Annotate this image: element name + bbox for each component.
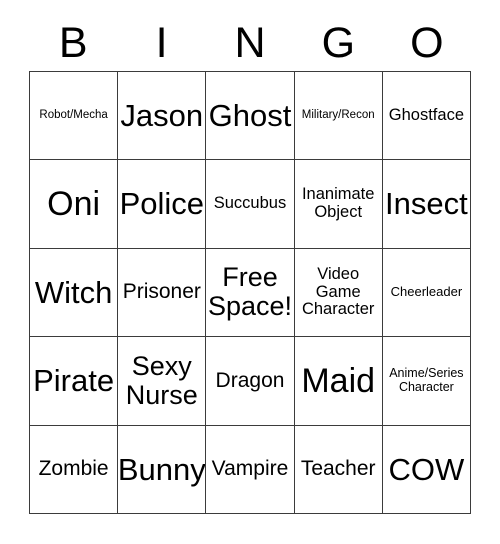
bingo-cell-label: Military/Recon — [301, 109, 375, 122]
bingo-cell-free-space[interactable]: Free Space! — [206, 248, 295, 338]
bingo-cell-label: Insect — [385, 186, 468, 222]
bingo-cell[interactable]: Witch — [30, 248, 119, 338]
bingo-cell-label: Ghostface — [388, 105, 464, 124]
header-letter-g: G — [321, 19, 356, 67]
bingo-cell-label: Maid — [301, 361, 376, 400]
bingo-cell[interactable]: Teacher — [294, 425, 383, 514]
bingo-header: B I N G O — [29, 0, 471, 71]
bingo-cell[interactable]: Bunny — [118, 425, 207, 514]
bingo-cell[interactable]: Zombie — [30, 425, 119, 514]
bingo-cell-label: Sexy Nurse — [125, 350, 198, 410]
bingo-card: B I N G O Robot/Mecha Jason Ghost Military/… — [29, 0, 471, 514]
bingo-cell[interactable]: Dragon — [206, 337, 295, 426]
bingo-cell[interactable]: Inanimate Object — [294, 160, 383, 249]
bingo-cell-label: Free Space! — [207, 262, 293, 322]
bingo-cell-label: Zombie — [38, 456, 109, 480]
bingo-cell-label: Anime/Series Character — [389, 366, 464, 394]
bingo-cell-label: Jason — [120, 97, 204, 133]
bingo-cell[interactable]: Jason — [118, 72, 207, 161]
bingo-cell[interactable]: Anime/Series Character — [382, 337, 471, 426]
bingo-grid: Robot/Mecha Jason Ghost Military/Recon Ghost… — [29, 71, 471, 514]
bingo-cell-label: Ghost — [208, 97, 292, 133]
bingo-cell-label: Oni — [47, 184, 101, 223]
bingo-cell[interactable]: Vampire — [206, 425, 295, 514]
bingo-cell-label: Bunny — [118, 451, 206, 487]
bingo-cell[interactable]: COW — [382, 425, 471, 514]
bingo-cell-label: Video Game Character — [301, 264, 375, 319]
bingo-cell-label: Police — [119, 186, 205, 222]
header-letter-b: B — [58, 19, 88, 67]
bingo-cell[interactable]: Pirate — [30, 337, 119, 426]
bingo-cell[interactable]: Police — [118, 160, 207, 249]
bingo-cell-label: Succubus — [213, 194, 287, 213]
bingo-cell-label: Inanimate Object — [301, 185, 375, 222]
bingo-cell-label: Cheerleader — [390, 284, 463, 300]
bingo-cell-label: Prisoner — [122, 280, 201, 304]
header-letter-i: I — [155, 19, 168, 67]
bingo-cell[interactable]: Ghostface — [382, 72, 471, 161]
bingo-cell-label: Vampire — [211, 456, 289, 480]
bingo-cell-label: Witch — [34, 274, 113, 310]
bingo-cell[interactable]: Robot/Mecha — [30, 72, 119, 161]
header-letter-n: N — [234, 19, 266, 67]
bingo-cell[interactable]: Maid — [294, 337, 383, 426]
bingo-cell[interactable]: Cheerleader — [382, 248, 471, 338]
bingo-cell[interactable]: Military/Recon — [294, 72, 383, 161]
bingo-cell[interactable]: Video Game Character — [294, 248, 383, 338]
bingo-cell[interactable]: Prisoner — [118, 248, 207, 338]
bingo-cell[interactable]: Ghost — [206, 72, 295, 161]
bingo-cell-label: Teacher — [300, 456, 376, 480]
bingo-cell[interactable]: Succubus — [206, 160, 295, 249]
bingo-cell-label: COW — [388, 451, 465, 487]
bingo-cell[interactable]: Sexy Nurse — [118, 337, 207, 426]
bingo-cell-label: Pirate — [33, 363, 115, 399]
header-letter-o: O — [410, 19, 444, 67]
bingo-cell-label: Dragon — [215, 368, 285, 392]
bingo-cell[interactable]: Oni — [30, 160, 119, 249]
bingo-cell-label: Robot/Mecha — [39, 109, 108, 122]
bingo-cell[interactable]: Insect — [382, 160, 471, 249]
